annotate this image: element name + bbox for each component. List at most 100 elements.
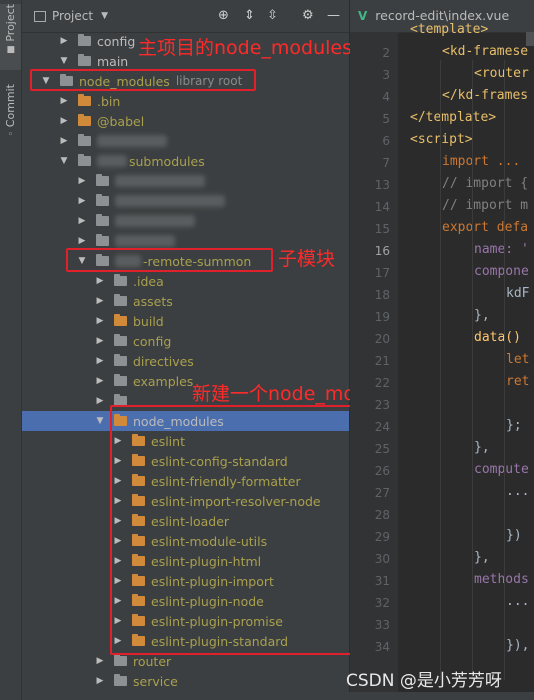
code-line: export defa bbox=[442, 220, 529, 235]
redacted-text bbox=[97, 155, 127, 167]
chevron-down-icon[interactable]: ▼ bbox=[58, 56, 70, 66]
tree-row[interactable]: ▼ submodules bbox=[22, 151, 349, 171]
editor-scrollbar[interactable] bbox=[526, 32, 534, 46]
redacted-text bbox=[115, 175, 205, 187]
chevron-right-icon[interactable]: ▶ bbox=[94, 276, 106, 286]
line-number: 2 bbox=[382, 46, 390, 60]
folder-icon bbox=[114, 654, 127, 666]
tree-row[interactable]: ▶ bbox=[22, 211, 349, 231]
line-number: 18 bbox=[374, 288, 390, 302]
annotation-main-node-modules: 主项目的node_modules bbox=[138, 37, 353, 59]
locate-icon[interactable]: ⊕ bbox=[218, 8, 229, 24]
tree-row[interactable]: ▶ service bbox=[22, 671, 349, 691]
chevron-right-icon[interactable]: ▶ bbox=[94, 296, 106, 306]
line-number: 5 bbox=[382, 112, 390, 126]
highlight-box-main-node-modules bbox=[30, 69, 256, 91]
folder-icon bbox=[78, 94, 91, 106]
folder-icon bbox=[78, 34, 91, 46]
chevron-right-icon[interactable]: ▶ bbox=[94, 356, 106, 366]
code-line: }; bbox=[506, 418, 522, 433]
project-view-selector[interactable]: Project bbox=[52, 9, 93, 23]
tree-row-label: submodules bbox=[129, 153, 205, 169]
chevron-right-icon[interactable]: ▶ bbox=[58, 96, 70, 106]
tree-row[interactable]: ▶ bbox=[22, 171, 349, 191]
folder-icon bbox=[78, 134, 91, 146]
chevron-down-icon[interactable]: ▼ bbox=[58, 156, 70, 166]
line-number: 4 bbox=[382, 90, 390, 104]
chevron-right-icon[interactable]: ▶ bbox=[94, 316, 106, 326]
collapse-all-icon[interactable]: ⇳ bbox=[267, 8, 278, 24]
folder-icon bbox=[114, 294, 127, 306]
code-line: // import m bbox=[442, 198, 529, 213]
gear-icon[interactable]: ⚙ bbox=[302, 8, 314, 24]
folder-icon bbox=[114, 674, 127, 686]
line-number: 26 bbox=[374, 464, 390, 478]
tree-row[interactable]: ▶ bbox=[22, 191, 349, 211]
line-number: 20 bbox=[374, 332, 390, 346]
line-number: 32 bbox=[374, 596, 390, 610]
code-line: ... bbox=[506, 484, 530, 499]
chevron-right-icon[interactable]: ▶ bbox=[94, 336, 106, 346]
folder-icon bbox=[96, 174, 109, 186]
commit-icon: ◦ bbox=[7, 130, 14, 141]
chevron-right-icon[interactable]: ▶ bbox=[94, 376, 106, 386]
code-line: ret bbox=[506, 374, 530, 389]
tree-row[interactable]: ▶ assets bbox=[22, 291, 349, 311]
chevron-right-icon[interactable]: ▶ bbox=[58, 116, 70, 126]
folder-icon bbox=[114, 314, 127, 326]
commit-tab-label: Commit bbox=[4, 84, 17, 128]
chevron-down-icon[interactable]: ▼ bbox=[101, 11, 108, 21]
indent-guide bbox=[440, 60, 441, 680]
folder-icon bbox=[96, 194, 109, 206]
chevron-right-icon[interactable]: ▶ bbox=[76, 176, 88, 186]
tree-row-label: directives bbox=[133, 353, 194, 369]
code-editor[interactable]: V record-edit\index.vue 2 3 4 5 6 7 13 14 15 16 17… bbox=[350, 0, 534, 700]
tree-row[interactable]: ▶ config bbox=[22, 331, 349, 351]
chevron-right-icon[interactable]: ▶ bbox=[76, 236, 88, 246]
line-number: 7 bbox=[382, 156, 390, 170]
redacted-text bbox=[115, 195, 225, 207]
chevron-right-icon[interactable]: ▶ bbox=[58, 36, 70, 46]
line-number: 15 bbox=[374, 222, 390, 236]
expand-all-icon[interactable]: ⇕ bbox=[244, 8, 255, 24]
code-line: import ... bbox=[442, 154, 521, 169]
line-number: 22 bbox=[374, 376, 390, 390]
line-number: 13 bbox=[374, 178, 390, 192]
code-line: data() bbox=[474, 330, 521, 345]
line-number: 31 bbox=[374, 574, 390, 588]
chevron-right-icon[interactable]: ▶ bbox=[94, 676, 106, 686]
tree-row[interactable]: ▶ build bbox=[22, 311, 349, 331]
line-number: 19 bbox=[374, 310, 390, 324]
hide-icon[interactable]: — bbox=[327, 8, 340, 24]
code-line: let bbox=[506, 352, 530, 367]
tree-row[interactable]: ▶ .bin bbox=[22, 91, 349, 111]
tree-row-label: main bbox=[97, 53, 129, 69]
folder-icon bbox=[96, 214, 109, 226]
chevron-right-icon[interactable]: ▶ bbox=[94, 396, 106, 406]
chevron-down-icon[interactable]: ▼ bbox=[94, 416, 106, 426]
tool-window-strip: Project ■ Commit ◦ bbox=[0, 0, 22, 700]
project-panel-header: Project ▼ ⊕ ⇕ ⇳ ⚙ — bbox=[22, 0, 349, 33]
tree-row[interactable]: ▶ .idea bbox=[22, 271, 349, 291]
chevron-right-icon[interactable]: ▶ bbox=[76, 196, 88, 206]
tree-row[interactable]: ▶ bbox=[22, 131, 349, 151]
project-tool-tab[interactable]: Project ■ bbox=[0, 4, 21, 70]
chevron-right-icon[interactable]: ▶ bbox=[58, 136, 70, 146]
editor-tab-record-edit[interactable]: V record-edit\index.vue bbox=[358, 8, 509, 23]
code-line: </template> bbox=[410, 110, 497, 125]
chevron-right-icon[interactable]: ▶ bbox=[94, 656, 106, 666]
code-line: }, bbox=[474, 308, 490, 323]
code-line: compone bbox=[474, 264, 529, 279]
tree-row[interactable]: ▶ directives bbox=[22, 351, 349, 371]
line-number: 6 bbox=[382, 134, 390, 148]
commit-tool-tab[interactable]: Commit ◦ bbox=[0, 84, 21, 146]
line-number: 23 bbox=[374, 398, 390, 412]
chevron-right-icon[interactable]: ▶ bbox=[76, 216, 88, 226]
code-line: }), bbox=[506, 638, 530, 653]
code-line: <router bbox=[474, 66, 529, 81]
tree-row[interactable]: ▶ @babel bbox=[22, 111, 349, 131]
indent-guide bbox=[504, 60, 505, 680]
tree-row-label: service bbox=[133, 673, 178, 689]
redacted-text bbox=[115, 215, 195, 227]
code-line: }) bbox=[506, 528, 522, 543]
